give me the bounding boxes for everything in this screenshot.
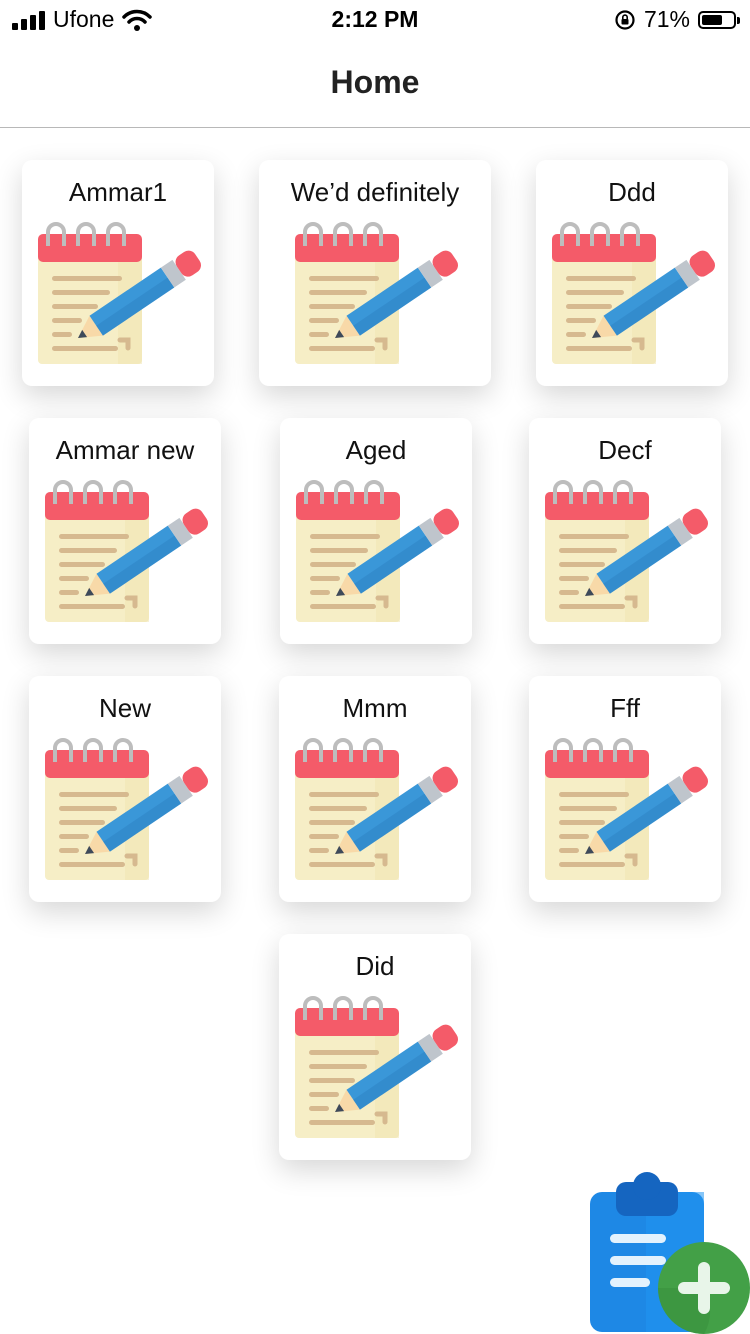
note-title: Ddd	[608, 177, 656, 207]
note-title: We’d definitely	[290, 177, 460, 207]
screen: Ufone 2:12 PM 71% Home Ammar1 We’d defin…	[0, 0, 750, 1334]
notepad-pencil-icon	[293, 732, 459, 882]
note-card[interactable]: Did	[279, 934, 471, 1160]
note-title: Did	[355, 951, 395, 981]
notepad-pencil-icon	[43, 732, 209, 882]
note-title: Decf	[598, 435, 652, 465]
notepad-pencil-icon	[293, 216, 459, 366]
note-title: Aged	[345, 435, 407, 465]
navigation-bar: Home	[0, 40, 750, 128]
note-card[interactable]: Ammar new	[29, 418, 221, 644]
page-title: Home	[330, 64, 420, 100]
note-card[interactable]: Ddd	[536, 160, 728, 386]
notepad-pencil-icon	[36, 216, 202, 366]
notepad-pencil-icon	[550, 216, 716, 366]
notepad-pencil-icon	[43, 474, 209, 624]
note-card[interactable]: Mmm	[279, 676, 471, 902]
add-note-button[interactable]	[586, 1172, 750, 1334]
notepad-pencil-icon	[293, 990, 459, 1140]
clipboard-add-icon	[590, 1172, 750, 1334]
note-title: Ammar new	[55, 435, 195, 465]
note-title: Ammar1	[68, 177, 168, 207]
notepad-pencil-icon	[543, 474, 709, 624]
battery-fill	[702, 14, 723, 25]
notepad-pencil-icon	[294, 474, 460, 624]
note-card[interactable]: Ammar1	[22, 160, 214, 386]
note-card[interactable]: Decf	[529, 418, 721, 644]
note-card[interactable]: We’d definitely	[259, 160, 491, 386]
battery-percent: 71%	[643, 6, 690, 32]
note-title: Fff	[610, 693, 640, 723]
rotation-lock-icon	[615, 9, 635, 30]
note-card[interactable]: Fff	[529, 676, 721, 902]
note-title: Mmm	[342, 693, 408, 723]
status-bar-right: 71%	[614, 6, 740, 33]
note-card[interactable]: Aged	[280, 418, 472, 644]
note-card[interactable]: New	[29, 676, 221, 902]
notepad-pencil-icon	[543, 732, 709, 882]
note-title: New	[98, 693, 151, 723]
status-bar: Ufone 2:12 PM 71%	[0, 0, 750, 40]
battery-icon	[698, 10, 740, 29]
